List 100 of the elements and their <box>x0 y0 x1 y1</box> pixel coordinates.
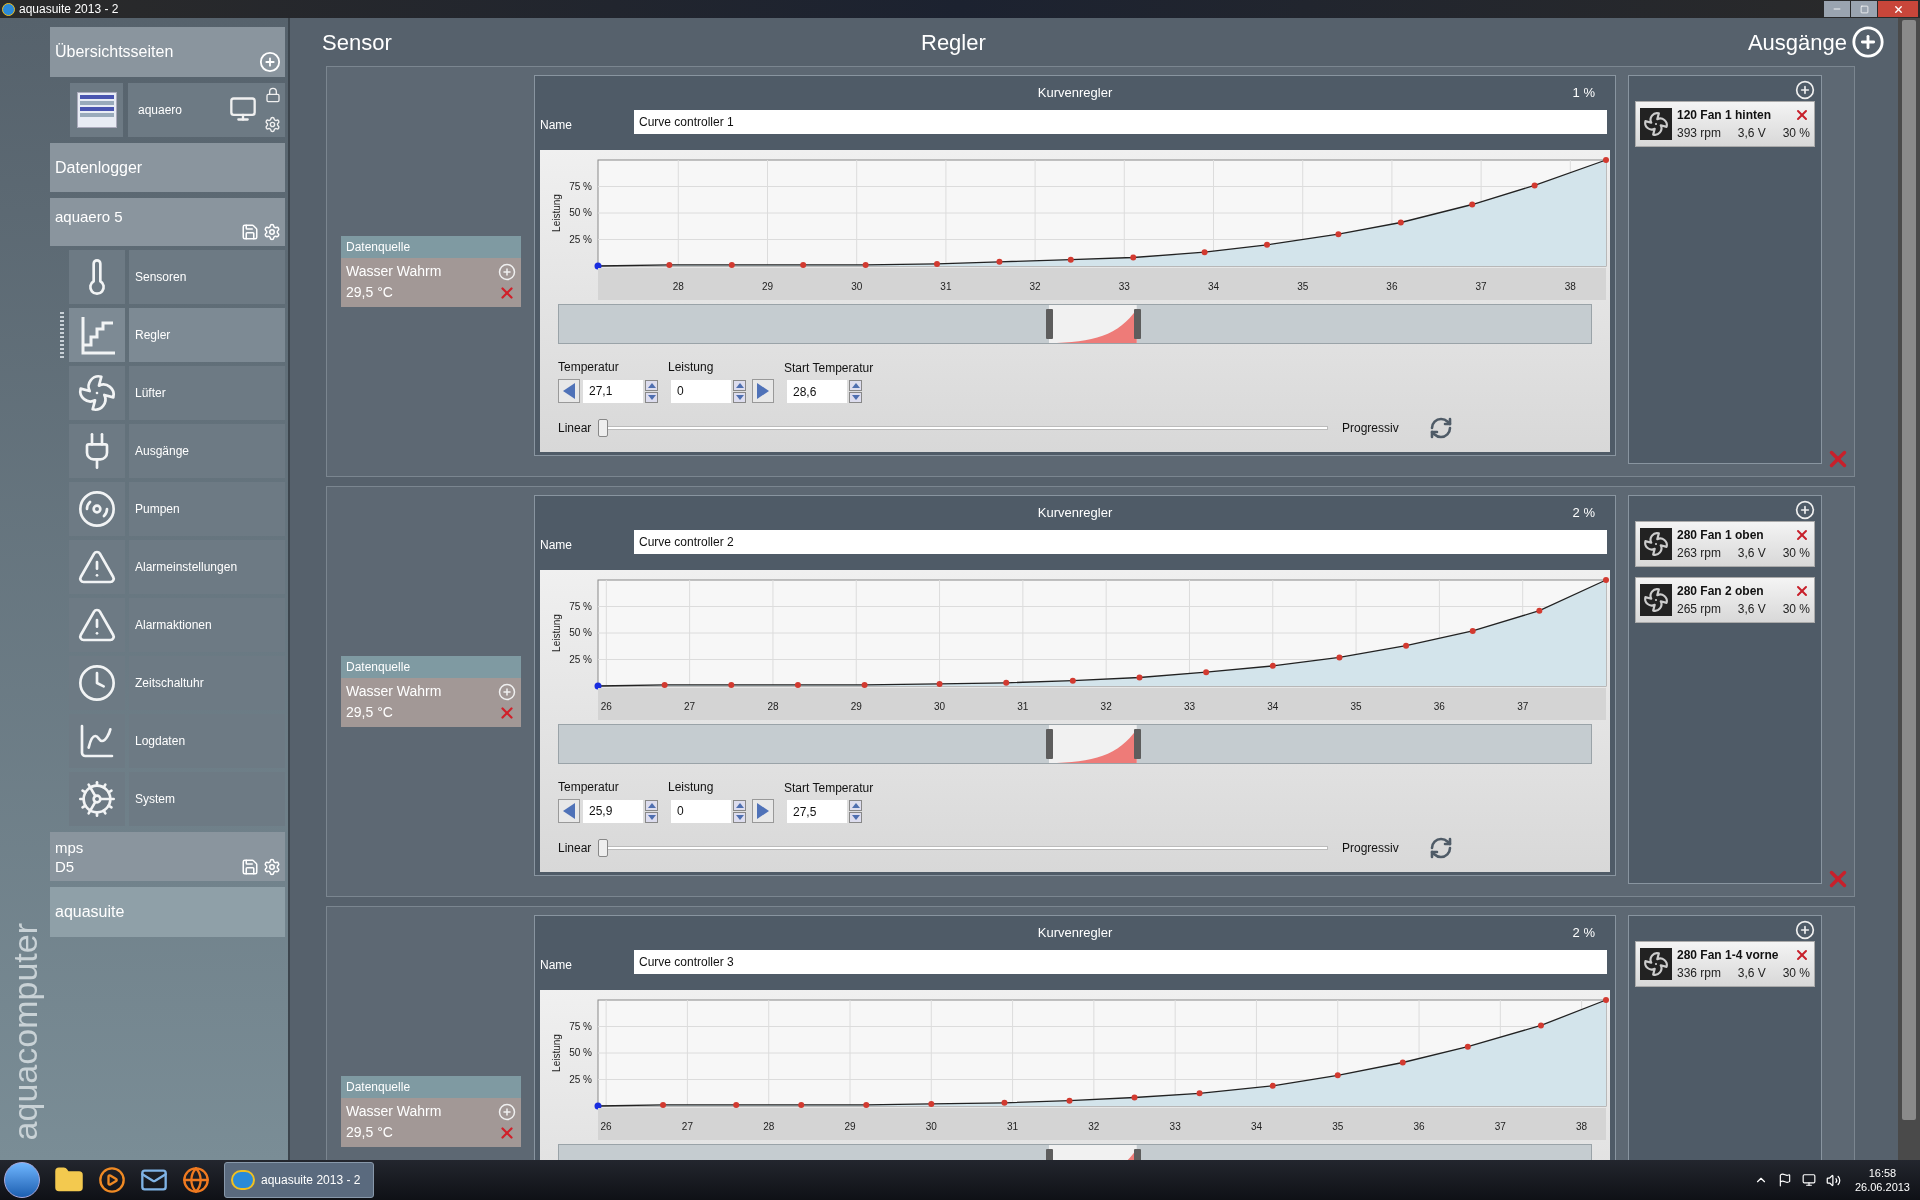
curve-point[interactable] <box>1603 997 1609 1003</box>
fan-card[interactable]: 120 Fan 1 hinten 393 rpm 3,6 V 30 % <box>1635 101 1815 147</box>
spinner-buttons[interactable] <box>849 800 862 823</box>
close-button[interactable] <box>1878 1 1918 17</box>
curve-point[interactable] <box>1203 669 1210 676</box>
curve-point[interactable] <box>666 261 673 268</box>
browser-icon[interactable] <box>182 1166 210 1194</box>
device-header[interactable]: mps D5 <box>50 832 285 881</box>
curve-point[interactable] <box>1067 256 1074 263</box>
next-point-button[interactable] <box>752 799 774 823</box>
curve-point[interactable] <box>1196 1090 1203 1097</box>
curve-point[interactable] <box>1399 1059 1406 1066</box>
nav-item[interactable]: Regler <box>129 308 285 362</box>
flag-icon[interactable] <box>1777 1173 1792 1187</box>
close-icon[interactable] <box>1794 107 1810 123</box>
curve-point[interactable] <box>798 1101 805 1108</box>
curve-point[interactable] <box>660 1101 667 1108</box>
curve-point[interactable] <box>928 1100 935 1107</box>
media-player-icon[interactable] <box>98 1166 126 1194</box>
number-field[interactable]: 0 <box>671 799 731 823</box>
curve-point[interactable] <box>1201 249 1208 256</box>
curve-point[interactable] <box>1136 674 1143 681</box>
curve-point[interactable] <box>1269 662 1276 669</box>
curve-point[interactable] <box>594 262 602 270</box>
curve-point[interactable] <box>933 260 940 267</box>
volume-icon[interactable] <box>1825 1172 1841 1188</box>
curve-point[interactable] <box>1531 182 1538 189</box>
number-field[interactable]: 25,9 <box>583 799 643 823</box>
curve-point[interactable] <box>594 1102 602 1110</box>
close-icon[interactable] <box>1794 583 1810 599</box>
clock-date[interactable]: 26.06.2013 <box>1854 1180 1910 1194</box>
section-header[interactable]: aquasuite <box>50 887 285 937</box>
curve-slider-thumb[interactable] <box>598 839 608 857</box>
name-field[interactable]: Curve controller 2 <box>634 530 1607 554</box>
save-icon[interactable] <box>241 858 259 876</box>
curve-point[interactable] <box>1130 254 1137 261</box>
curve-point[interactable] <box>1264 241 1271 248</box>
page-thumbnail[interactable] <box>70 83 123 137</box>
fan-card[interactable]: 280 Fan 1 oben 263 rpm 3,6 V 30 % <box>1635 521 1815 567</box>
nav-item[interactable]: Alarmaktionen <box>129 598 285 652</box>
clock-time[interactable]: 16:58 <box>1868 1166 1897 1180</box>
curve-point[interactable] <box>1269 1082 1276 1089</box>
settings-icon[interactable] <box>264 116 281 133</box>
name-field[interactable]: Curve controller 1 <box>634 110 1607 134</box>
curve-point[interactable] <box>1335 231 1342 238</box>
range-handle[interactable] <box>1133 729 1141 759</box>
curve-point[interactable] <box>1603 577 1609 583</box>
scrollbar[interactable] <box>1898 18 1920 1160</box>
curve-point[interactable] <box>728 261 735 268</box>
monitor-icon[interactable] <box>229 95 257 123</box>
curve-point[interactable] <box>1469 627 1476 634</box>
spinner-buttons[interactable] <box>849 380 862 403</box>
curve-point[interactable] <box>936 680 943 687</box>
curve-slider-thumb[interactable] <box>598 419 608 437</box>
curve-point[interactable] <box>1066 1097 1073 1104</box>
range-handle[interactable] <box>1133 309 1141 339</box>
curve-point[interactable] <box>728 681 735 688</box>
curve-point[interactable] <box>1537 1022 1544 1029</box>
nav-item[interactable]: Pumpen <box>129 482 285 536</box>
range-handle[interactable] <box>1046 729 1054 759</box>
curve-slider[interactable] <box>598 419 1328 437</box>
add-output-icon[interactable] <box>1851 25 1885 59</box>
fan-card[interactable]: 280 Fan 2 oben 265 rpm 3,6 V 30 % <box>1635 577 1815 623</box>
curve-point[interactable] <box>1397 219 1404 226</box>
curve-point[interactable] <box>1003 679 1010 686</box>
lock-icon[interactable] <box>265 87 281 103</box>
range-handle[interactable] <box>1046 309 1054 339</box>
device-header[interactable]: aquaero 5 <box>50 198 285 246</box>
add-icon[interactable] <box>1795 920 1815 940</box>
name-field[interactable]: Curve controller 3 <box>634 950 1607 974</box>
curve-point[interactable] <box>1464 1043 1471 1050</box>
number-field[interactable]: 0 <box>671 379 731 403</box>
curve-point[interactable] <box>1069 677 1076 684</box>
refresh-icon[interactable] <box>1428 836 1453 860</box>
close-icon[interactable] <box>1794 527 1810 543</box>
fan-card[interactable]: 280 Fan 1-4 vorne 336 rpm 3,6 V 30 % <box>1635 941 1815 987</box>
number-field[interactable]: 27,1 <box>583 379 643 403</box>
page-item[interactable]: aquaero <box>128 83 285 137</box>
add-icon[interactable] <box>1795 500 1815 520</box>
taskbar-button[interactable]: aquasuite 2013 - 2 <box>224 1162 374 1198</box>
nav-item[interactable]: Alarmeinstellungen <box>129 540 285 594</box>
curve-point[interactable] <box>1336 654 1343 661</box>
curve-point[interactable] <box>1403 642 1410 649</box>
nav-item[interactable]: Lüfter <box>129 366 285 420</box>
spinner-buttons[interactable] <box>645 799 658 823</box>
close-icon[interactable] <box>1794 947 1810 963</box>
curve-point[interactable] <box>733 1101 740 1108</box>
curve-point[interactable] <box>1131 1094 1138 1101</box>
curve-point[interactable] <box>862 261 869 268</box>
save-icon[interactable] <box>241 223 259 241</box>
curve-point[interactable] <box>800 261 807 268</box>
curve-point[interactable] <box>1334 1072 1341 1079</box>
section-header[interactable]: Datenlogger <box>50 143 285 192</box>
curve-point[interactable] <box>661 681 668 688</box>
spinner-buttons[interactable] <box>645 379 658 403</box>
section-header[interactable]: Übersichtsseiten <box>50 27 285 77</box>
number-field[interactable]: 28,6 <box>787 380 847 403</box>
next-point-button[interactable] <box>752 379 774 403</box>
curve-point[interactable] <box>1469 201 1476 208</box>
spinner-buttons[interactable] <box>733 379 746 403</box>
